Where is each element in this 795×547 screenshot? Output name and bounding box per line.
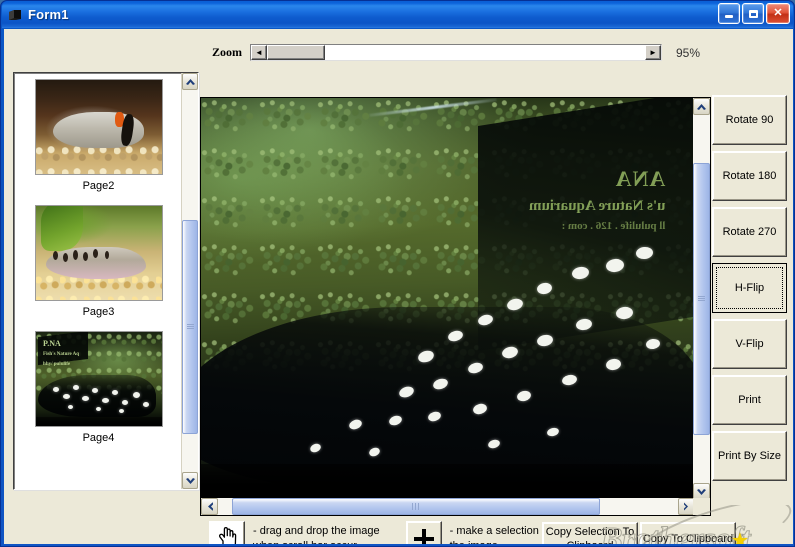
print-by-size-button[interactable]: Print By Size [712, 431, 787, 481]
image-viewer[interactable]: ANA u's Nature Aquarium ll pululife . 12… [200, 97, 711, 516]
scroll-thumb[interactable] [182, 219, 198, 434]
list-item[interactable]: P.NA Fish's Nature Aq hhy/ pululife Page… [14, 331, 183, 444]
close-button[interactable]: ✕ [766, 3, 790, 24]
crosshair-plus-icon [413, 529, 434, 544]
scroll-thumb[interactable] [693, 162, 710, 436]
thumbnail-caption: Page4 [82, 432, 115, 444]
thumbnail-list: Page2 Page3 P.NA Fish's Nature Aq hhy/ p… [14, 73, 183, 489]
chevron-down-icon [185, 477, 195, 484]
fish-spots [36, 206, 162, 300]
zoom-scroll-thumb[interactable] [267, 45, 325, 60]
zoom-scrollbar[interactable]: ◄ ► [250, 44, 662, 61]
rotate-90-button[interactable]: Rotate 90 [712, 95, 787, 145]
zoom-scroll-right-button[interactable]: ► [645, 45, 661, 60]
maximize-icon [748, 9, 758, 18]
thumbnail-image-page3[interactable] [34, 205, 163, 301]
v-flip-button[interactable]: V-Flip [712, 319, 787, 369]
thumbnail-caption: Page3 [82, 306, 115, 318]
chevron-right-icon: ► [649, 47, 657, 57]
chevron-right-icon [683, 502, 688, 511]
thumbnail-image-page2[interactable] [34, 79, 163, 175]
title-bar: Form1 ✕ [2, 1, 793, 28]
viewer-horizontal-scrollbar[interactable] [201, 498, 695, 515]
app-screenshot: Form1 ✕ Zoom ◄ ► 95% Page2 Page3 P.NA Fi… [0, 0, 795, 547]
zoom-control-row: Zoom ◄ ► 95% [212, 44, 700, 61]
list-item[interactable]: Page3 [14, 205, 183, 318]
thumbnail-vertical-scrollbar[interactable] [181, 73, 198, 489]
copy-to-clipboard-button[interactable]: Copy To Clipboard [640, 522, 736, 544]
chevron-down-icon [697, 488, 706, 495]
close-icon: ✕ [773, 7, 783, 19]
scroll-down-button[interactable] [182, 472, 198, 489]
zoom-scroll-track[interactable] [267, 45, 645, 60]
chevron-left-icon [207, 502, 213, 511]
copy-selection-to-clipboard-button[interactable]: Copy Selection To Clipboard [542, 522, 638, 544]
scrollbar-corner [693, 498, 710, 515]
legend-bar: - drag and drop the image when scroll ba… [209, 521, 551, 544]
chevron-up-icon [185, 78, 195, 85]
photo-page2 [35, 80, 162, 174]
client-area: Zoom ◄ ► 95% Page2 Page3 P.NA Fish's Nat… [4, 29, 793, 544]
maximize-button[interactable] [742, 3, 764, 24]
photo-page4: P.NA Fish's Nature Aq hhy/ pululife [35, 332, 162, 426]
hand-cursor-icon [218, 526, 237, 544]
photo-bottom-band [201, 463, 695, 500]
thumbnail-image-page4[interactable]: P.NA Fish's Nature Aq hhy/ pululife [34, 331, 163, 427]
scroll-thumb[interactable] [231, 498, 600, 515]
fish-spots [36, 332, 162, 426]
scroll-left-button[interactable] [201, 498, 218, 515]
image-canvas[interactable]: ANA u's Nature Aquarium ll pululife . 12… [201, 98, 695, 500]
scroll-up-button[interactable] [182, 73, 198, 90]
window-title: Form1 [28, 7, 69, 22]
grip-icon [411, 503, 420, 510]
zoom-label: Zoom [212, 45, 242, 59]
copy-button-group: Copy Selection To Clipboard Copy To Clip… [542, 522, 736, 544]
print-button[interactable]: Print [712, 375, 787, 425]
thumbnail-caption: Page2 [82, 180, 115, 192]
minimize-icon [725, 15, 733, 18]
photo-main-display: ANA u's Nature Aquarium ll pululife . 12… [201, 98, 695, 500]
zoom-scroll-left-button[interactable]: ◄ [251, 45, 267, 60]
h-flip-button[interactable]: H-Flip [712, 263, 787, 313]
scroll-track[interactable] [693, 115, 710, 483]
grip-icon [186, 323, 194, 330]
caption-button-group: ✕ [718, 3, 790, 24]
rotate-180-button[interactable]: Rotate 180 [712, 151, 787, 201]
chevron-left-icon: ◄ [255, 47, 263, 57]
zoom-percent-value: 95% [676, 45, 701, 60]
selection-tool-description: - make a selection of the image [449, 525, 552, 544]
fish-spots [201, 98, 695, 500]
list-item[interactable]: Page2 [14, 79, 183, 192]
chevron-up-icon [697, 103, 706, 110]
photo-page3 [35, 206, 162, 300]
grip-icon [698, 295, 705, 302]
rotate-270-button[interactable]: Rotate 270 [712, 207, 787, 257]
hand-tool-button[interactable] [209, 521, 245, 544]
application-window: Form1 ✕ Zoom ◄ ► 95% Page2 Page3 P.NA Fi… [0, 0, 795, 547]
selection-tool-button[interactable] [405, 521, 442, 544]
photo-bottom-band [35, 416, 162, 426]
form-icon [7, 7, 23, 23]
scroll-track[interactable] [218, 498, 678, 515]
thumbnail-panel[interactable]: Page2 Page3 P.NA Fish's Nature Aq hhy/ p… [13, 72, 199, 490]
tool-button-column: Rotate 90 Rotate 180 Rotate 270 H-Flip V… [712, 95, 787, 487]
scroll-track[interactable] [182, 90, 198, 472]
scroll-up-button[interactable] [693, 98, 710, 115]
minimize-button[interactable] [718, 3, 740, 24]
hand-tool-description: - drag and drop the image when scroll ba… [253, 525, 380, 544]
viewer-vertical-scrollbar[interactable] [693, 98, 710, 500]
